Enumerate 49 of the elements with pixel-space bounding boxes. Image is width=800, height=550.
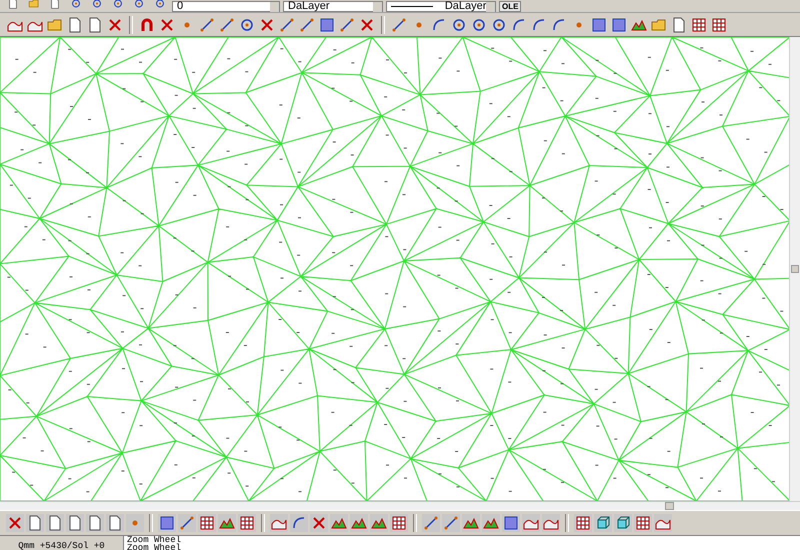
cube-icon[interactable] <box>594 514 612 532</box>
grid-icon[interactable] <box>238 514 256 532</box>
hatch-icon[interactable] <box>610 16 628 34</box>
profile-icon[interactable] <box>654 514 672 532</box>
terrain-icon[interactable] <box>370 514 388 532</box>
terrain-icon[interactable] <box>330 514 348 532</box>
terrain-icon[interactable] <box>218 514 236 532</box>
command-line: Zoom Wheel <box>127 544 182 550</box>
document-icon[interactable] <box>46 514 64 532</box>
hatch-icon[interactable] <box>158 514 176 532</box>
grid-icon[interactable] <box>574 514 592 532</box>
hatch-icon[interactable] <box>318 16 336 34</box>
line-icon[interactable] <box>198 16 216 34</box>
document-icon[interactable] <box>86 514 104 532</box>
horizontal-scrollbar[interactable] <box>0 501 800 510</box>
profile-icon[interactable] <box>542 514 560 532</box>
line-icon[interactable] <box>442 514 460 532</box>
document-icon[interactable] <box>66 514 84 532</box>
coordinates-readout: Qmm +5430/Sol +0 <box>18 542 105 550</box>
ole-button[interactable]: OLE <box>499 1 522 12</box>
arc-icon[interactable] <box>290 514 308 532</box>
grid-icon[interactable] <box>710 16 728 34</box>
layer-dropdown[interactable]: 0 <box>172 1 280 12</box>
cross-icon[interactable] <box>310 514 328 532</box>
cube-icon[interactable] <box>614 514 632 532</box>
line-icon[interactable] <box>422 514 440 532</box>
profile-icon[interactable] <box>270 514 288 532</box>
line-icon[interactable] <box>298 16 316 34</box>
hatch-icon[interactable] <box>590 16 608 34</box>
line-icon[interactable] <box>278 16 296 34</box>
profile-icon[interactable] <box>522 514 540 532</box>
line-icon[interactable] <box>338 16 356 34</box>
grid-icon[interactable] <box>634 514 652 532</box>
terrain-icon[interactable] <box>462 514 480 532</box>
terrain-icon[interactable] <box>350 514 368 532</box>
line-icon[interactable] <box>178 514 196 532</box>
grid-icon[interactable] <box>690 16 708 34</box>
terrain-icon[interactable] <box>482 514 500 532</box>
grid-icon[interactable] <box>390 514 408 532</box>
document-icon[interactable] <box>106 514 124 532</box>
line-icon[interactable] <box>390 16 408 34</box>
cross-icon[interactable] <box>6 514 24 532</box>
color-dropdown[interactable]: DaLayer <box>283 1 383 12</box>
grid-icon[interactable] <box>198 514 216 532</box>
document-icon[interactable] <box>26 514 44 532</box>
linetype-dropdown[interactable]: DaLayer <box>386 1 496 12</box>
vertical-scrollbar[interactable] <box>789 37 800 501</box>
hatch-icon[interactable] <box>502 514 520 532</box>
line-icon[interactable] <box>218 16 236 34</box>
